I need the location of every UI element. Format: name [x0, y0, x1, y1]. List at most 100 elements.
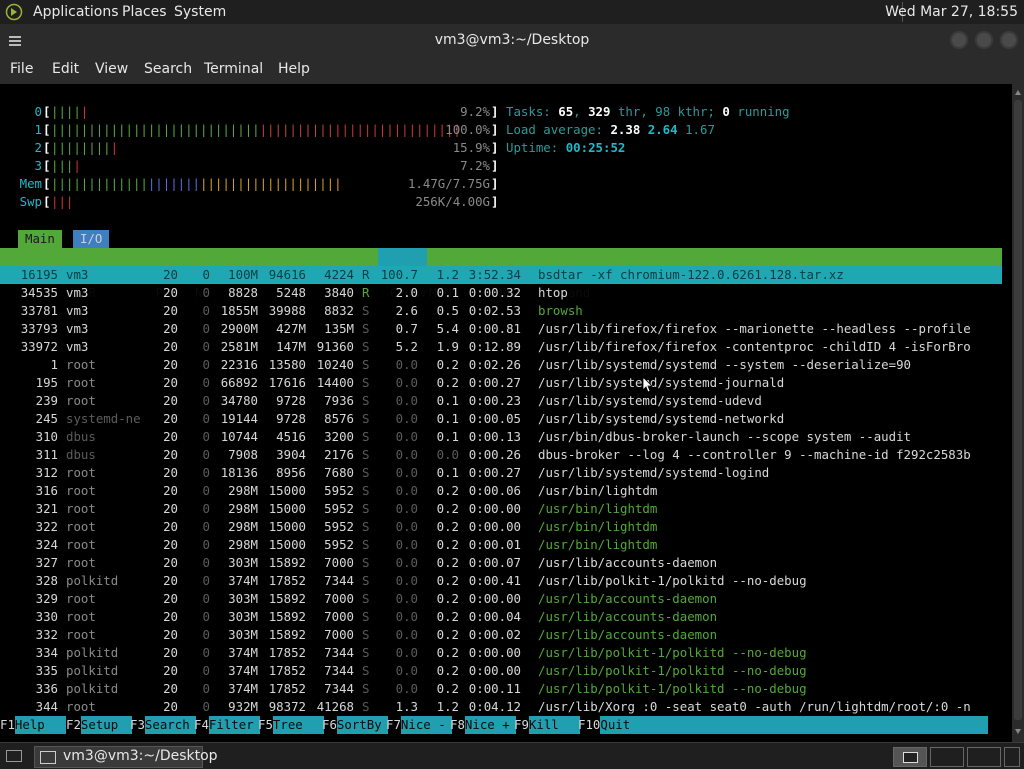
workspace-4[interactable]	[1004, 747, 1020, 767]
fkey-f9[interactable]: F9Kill	[514, 716, 581, 734]
cpu3-meter-bar: |	[51, 158, 59, 173]
mem-meter-open-bracket: [	[43, 176, 51, 191]
process-virt: 7908	[228, 447, 258, 462]
process-virt: 298M	[228, 501, 258, 516]
process-row[interactable]: 330 root 20 0 303M 15892 7000 S 0.0 0.2 0:00.04/us…	[0, 608, 1002, 626]
scrollbar-thumb[interactable]	[1014, 100, 1022, 720]
fkey-f4[interactable]: F4Filter	[194, 716, 261, 734]
process-row[interactable]: 321 root 20 0 298M 15000 5952 S 0.0 0.2 0:00.00/us…	[0, 500, 1002, 518]
applications-menu[interactable]: Applications	[33, 4, 119, 20]
process-row[interactable]: 335 polkitd 20 0 374M 17852 7344 S 0.0 0.2 0:00.00…	[0, 662, 1002, 680]
fkey-f5[interactable]: F5Tree	[258, 716, 325, 734]
process-time: 0:00.00	[468, 591, 521, 606]
menu-view[interactable]: View	[95, 61, 128, 77]
process-s: S	[362, 429, 370, 444]
menu-search[interactable]: Search	[144, 61, 192, 77]
cpu1-meter-bar: |	[80, 122, 89, 137]
process-row[interactable]: 33793 vm3 20 0 2900M 427M 135M S 0.7 5.4 0:00.81/u…	[0, 320, 1002, 338]
process-row[interactable]: 316 root 20 0 298M 15000 5952 S 0.0 0.2 0:00.06/us…	[0, 482, 1002, 500]
cpu0-meter: 0[| | | | | 9.2%]	[0, 103, 500, 121]
workspace-1[interactable]	[893, 747, 927, 767]
process-shr: 4224	[324, 267, 354, 282]
maximize-button[interactable]	[975, 31, 993, 49]
process-cmd: bsdtar -xf chromium-122.0.6261.128.tar.x…	[538, 267, 844, 282]
cpu2-meter-bar: |	[88, 140, 96, 155]
distro-logo-icon[interactable]	[5, 3, 23, 21]
process-row[interactable]: 334 polkitd 20 0 374M 17852 7344 S 0.0 0.2 0:00.00…	[0, 644, 1002, 662]
process-row[interactable]: 195 root 20 0 66892 17616 14400 S 0.0 0.2 0:00.27/…	[0, 374, 1002, 392]
mem-meter-bar: |	[155, 176, 163, 191]
tab-main[interactable]: Main	[18, 230, 62, 248]
cpu1-meter-bar: |	[229, 122, 238, 137]
clock[interactable]: Wed Mar 27, 18:55	[885, 4, 1018, 20]
terminal-view[interactable]: 0[| | | | | 9.2%] 1[| | | | | | | | | | | | | | | | | | | | | | | | | |…	[0, 84, 1012, 742]
process-row[interactable]: 311 dbus 20 0 7908 3904 2176 S 0.0 0.0 0:00.26 dbus…	[0, 446, 1002, 464]
mem-meter-bar: |	[200, 176, 208, 191]
process-res: 3904	[276, 447, 306, 462]
process-res: 17852	[268, 573, 306, 588]
fkey-f1[interactable]: F1Help	[0, 716, 67, 734]
process-cpu: 0.0	[395, 465, 418, 480]
process-row[interactable]: 332 root 20 0 303M 15892 7000 S 0.0 0.2 0:00.02/us…	[0, 626, 1002, 644]
fkey-f3[interactable]: F3Search	[130, 716, 197, 734]
cpu0-meter-label: 0	[34, 104, 42, 119]
process-row[interactable]: 245 systemd-ne 20 0 19144 9728 8576 S 0.0 0.1 0:00…	[0, 410, 1002, 428]
terminal-scrollbar[interactable]	[1012, 84, 1024, 742]
menu-help[interactable]: Help	[278, 61, 310, 77]
cpu1-meter: 1[| | | | | | | | | | | | | | | | | | | | | | | | | | | | | | | | | | | | | |…	[0, 121, 500, 139]
places-menu[interactable]: Places	[122, 4, 167, 20]
process-shr: 5952	[324, 501, 354, 516]
mem-meter-bar: |	[237, 176, 245, 191]
process-s: S	[362, 645, 370, 660]
close-button[interactable]	[1000, 31, 1018, 49]
process-row[interactable]: 33781 vm3 20 0 1855M 39988 8832 S 2.6 0.5 0:02.53 b…	[0, 302, 1002, 320]
process-s: S	[362, 357, 370, 372]
menu-file[interactable]: File	[10, 61, 33, 77]
process-cpu: 2.0	[395, 285, 418, 300]
process-row[interactable]: 329 root 20 0 303M 15892 7000 S 0.0 0.2 0:00.00/us…	[0, 590, 1002, 608]
process-row[interactable]: 336 polkitd 20 0 374M 17852 7344 S 0.0 0.2 0:00.11…	[0, 680, 1002, 698]
minimize-button[interactable]	[950, 31, 968, 49]
fkey-f6[interactable]: F6SortBy	[322, 716, 389, 734]
window-titlebar[interactable]: vm3@vm3:~/Desktop	[0, 24, 1024, 56]
process-row[interactable]: 33972 vm3 20 0 2581M 147M 91360 S 5.2 1.9 0:12.89/…	[0, 338, 1002, 356]
process-row[interactable]: 239 root 20 0 34780 9728 7936 S 0.0 0.1 0:00.23/us…	[0, 392, 1002, 410]
process-row[interactable]: 322 root 20 0 298M 15000 5952 S 0.0 0.2 0:00.00/us…	[0, 518, 1002, 536]
process-pri: 20	[163, 321, 178, 336]
process-pid: 322	[35, 519, 58, 534]
process-row[interactable]: 312 root 20 0 18136 8956 7680 S 0.0 0.1 0:00.27/us…	[0, 464, 1002, 482]
process-row[interactable]: 344 root 20 0 932M 98372 41268 S 1.3 1.2 0:04.12/u…	[0, 698, 1002, 716]
fkey-f8[interactable]: F8Nice +	[450, 716, 517, 734]
tab-io[interactable]: I/O	[73, 230, 110, 248]
menu-terminal[interactable]: Terminal	[204, 61, 263, 77]
cpu2-meter: 2[| | | | | | | | | 15.9%]	[0, 139, 500, 157]
process-time: 0:00.00	[468, 663, 521, 678]
process-cpu: 0.0	[395, 375, 418, 390]
process-row[interactable]: 16195 vm3 20 0 100M 94616 4224 R 100.7 1.2 3:52.34…	[0, 266, 1002, 284]
workspace-3[interactable]	[967, 747, 1001, 767]
scroll-down-icon[interactable]	[1015, 729, 1021, 734]
process-row[interactable]: 328 polkitd 20 0 374M 17852 7344 S 0.0 0.2 0:00.41…	[0, 572, 1002, 590]
process-shr: 3840	[324, 285, 354, 300]
cpu1-meter-bar: |	[296, 122, 305, 137]
taskbar-terminal-button[interactable]: vm3@vm3:~/Desktop	[34, 746, 218, 768]
process-pid: 344	[35, 699, 58, 714]
process-row[interactable]: 310 dbus 20 0 10744 4516 3200 S 0.0 0.1 0:00.13/us…	[0, 428, 1002, 446]
process-row[interactable]: 324 root 20 0 298M 15000 5952 S 0.0 0.2 0:00.01/us…	[0, 536, 1002, 554]
fkey-f7[interactable]: F7Nice -	[386, 716, 453, 734]
show-desktop-icon[interactable]	[6, 750, 22, 762]
process-row[interactable]: 1 root 20 0 22316 13580 10240 S 0.0 0.2 0:02.26/us…	[0, 356, 1002, 374]
process-virt: 298M	[228, 483, 258, 498]
scroll-up-icon[interactable]	[1015, 90, 1021, 95]
process-pri: 20	[163, 339, 178, 354]
process-time: 0:00.81	[468, 321, 521, 336]
process-row[interactable]: 34535 vm3 20 0 8828 5248 3840 R 2.0 0.1 0:00.32 hto…	[0, 284, 1002, 302]
process-mem: 0.2	[436, 573, 459, 588]
fkey-f2[interactable]: F2Setup	[66, 716, 133, 734]
menu-edit[interactable]: Edit	[52, 61, 79, 77]
process-res: 17852	[268, 645, 306, 660]
process-row[interactable]: 327 root 20 0 303M 15892 7000 S 0.0 0.2 0:00.07/us…	[0, 554, 1002, 572]
fkey-f10[interactable]: F10Quit	[578, 716, 989, 734]
workspace-2[interactable]	[930, 747, 964, 767]
system-menu[interactable]: System	[174, 4, 226, 20]
